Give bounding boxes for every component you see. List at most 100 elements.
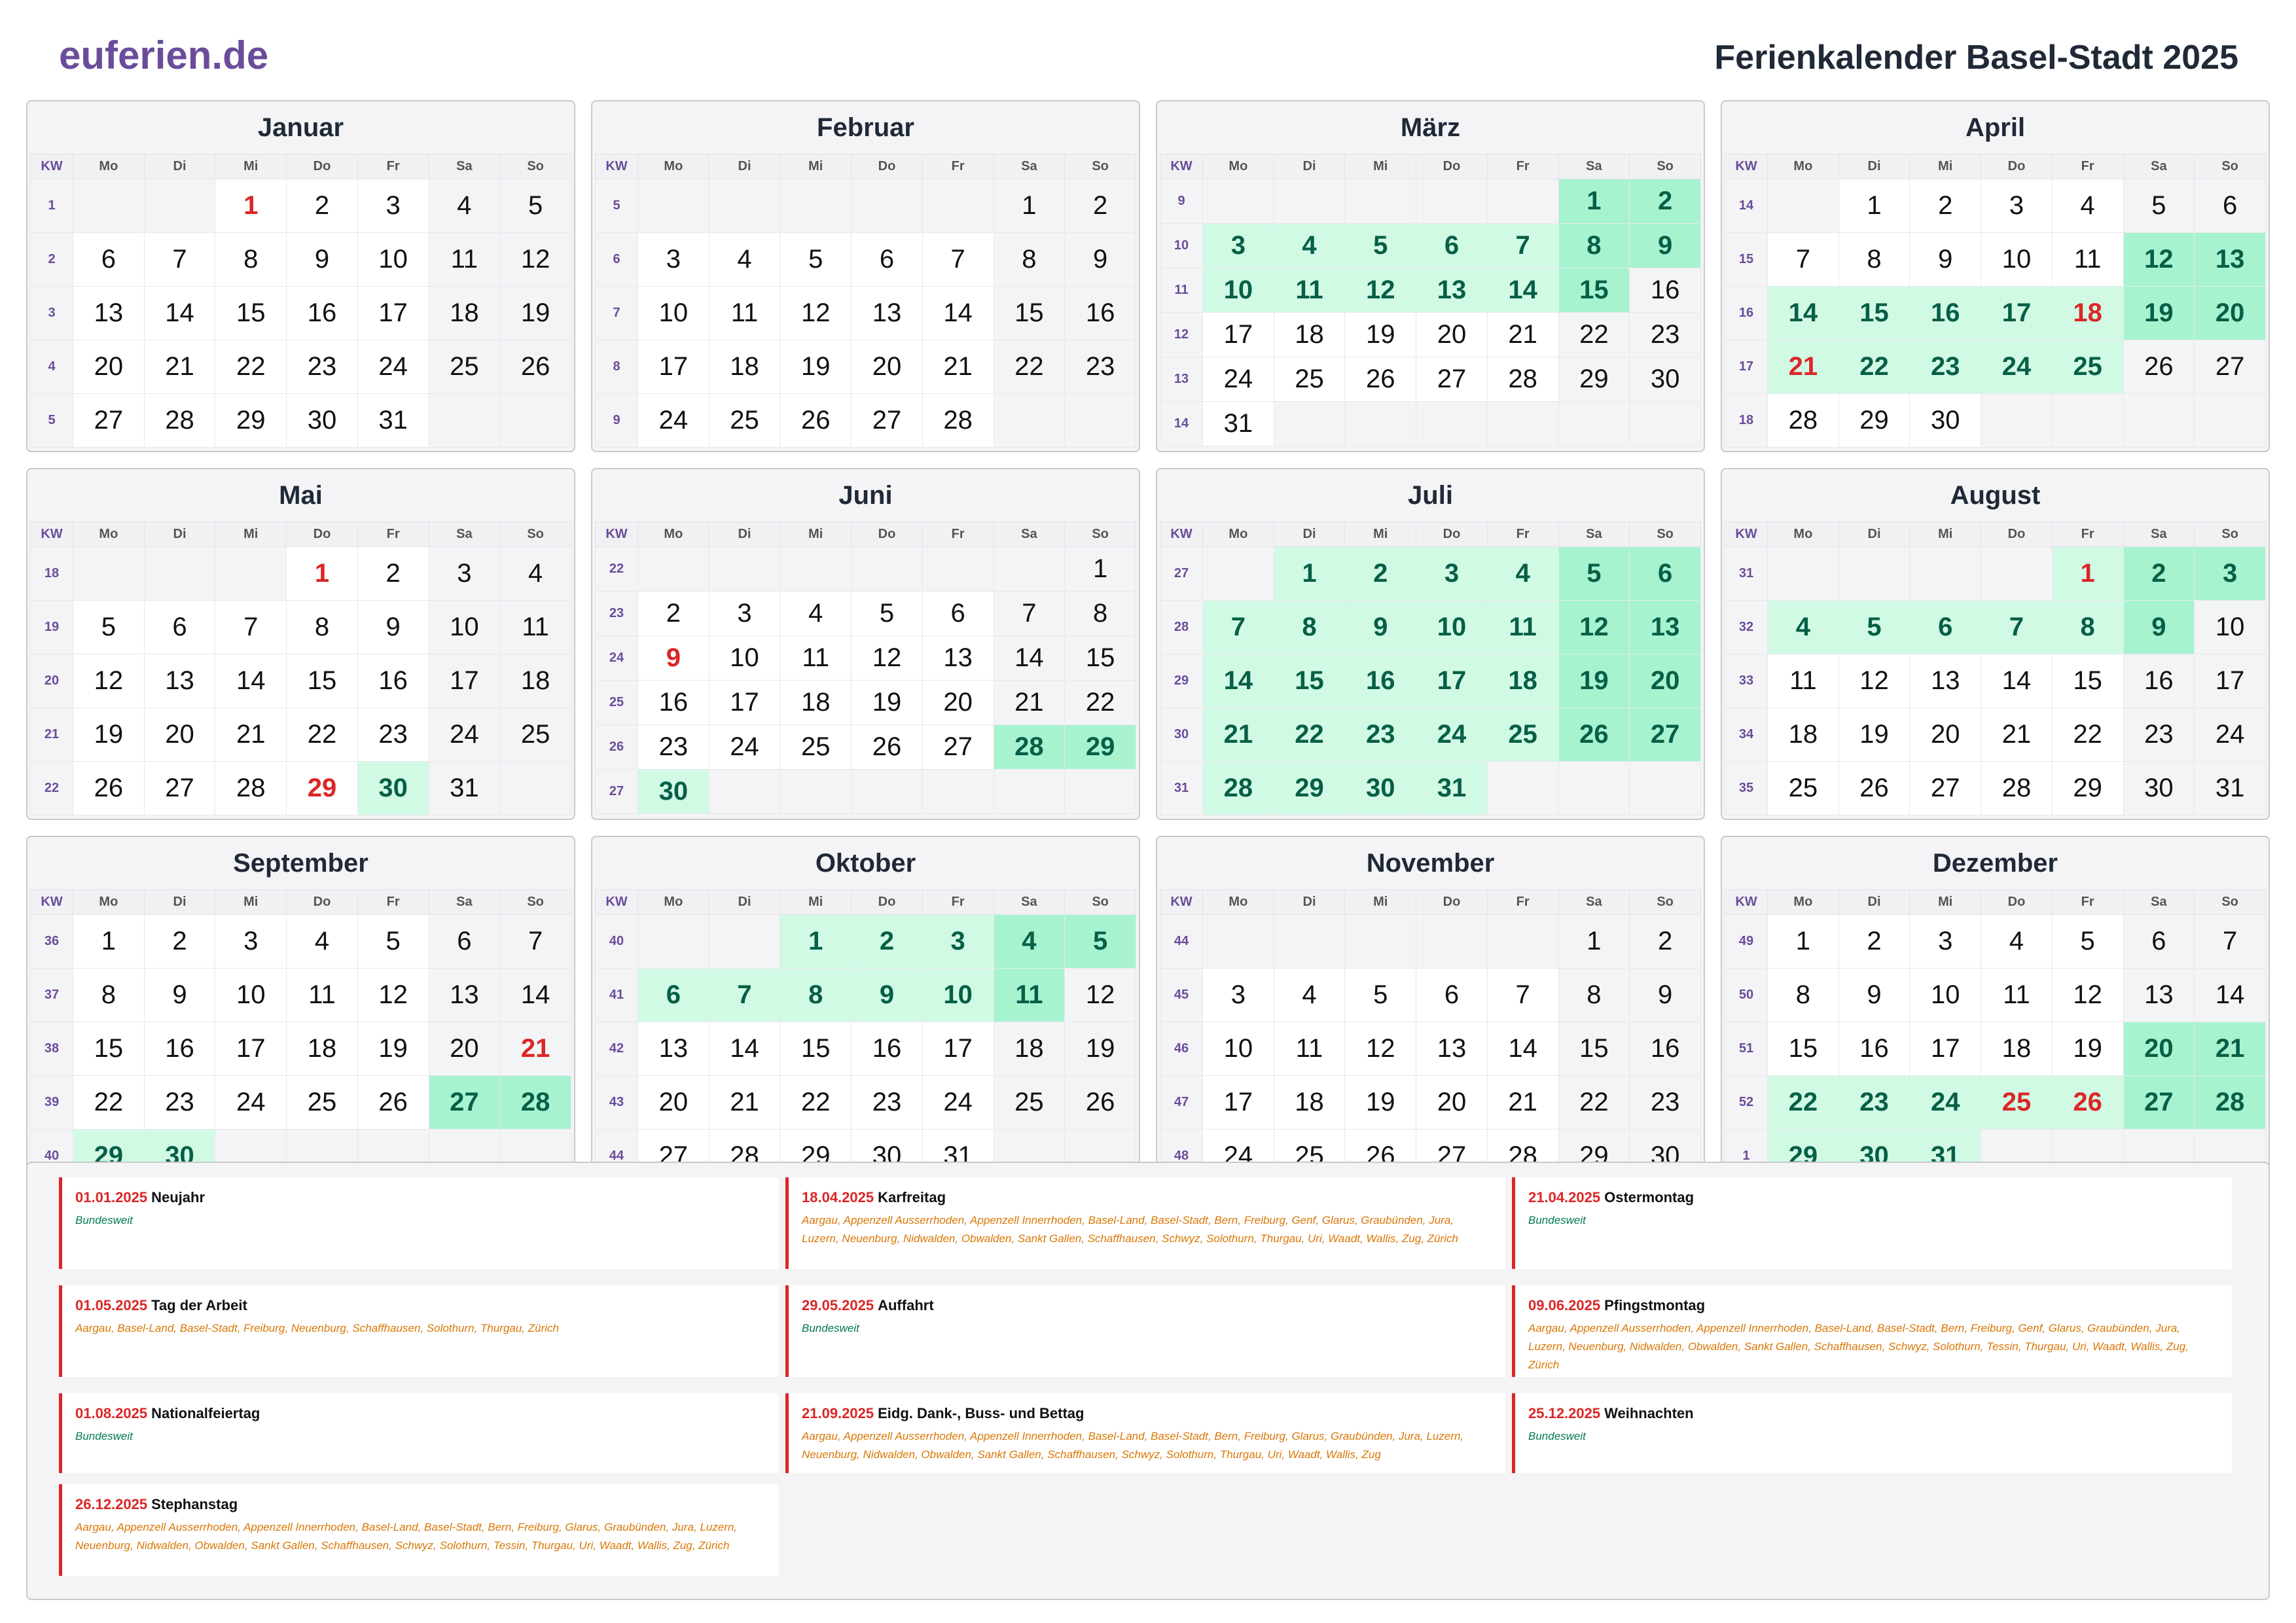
day-cell[interactable]: 11 [1273, 1022, 1346, 1076]
day-cell[interactable]: 19 [1344, 1075, 1417, 1130]
day-cell[interactable]: 10 [1202, 1022, 1274, 1076]
day-cell[interactable]: 17 [1202, 1075, 1274, 1130]
day-cell[interactable]: 10 [357, 232, 429, 287]
day-cell[interactable]: 27 [2194, 340, 2266, 394]
day-cell[interactable]: 25 [499, 707, 571, 762]
day-cell[interactable]: 5 [2123, 179, 2195, 233]
day-cell[interactable]: 31 [428, 761, 501, 815]
day-cell[interactable]: 8 [215, 232, 287, 287]
day-cell[interactable]: 3 [708, 591, 781, 636]
day-cell[interactable]: 22 [2051, 707, 2124, 762]
day-cell[interactable]: 5 [499, 179, 571, 233]
vacation-day-cell[interactable]: 3 [1416, 546, 1488, 601]
day-cell[interactable]: 17 [2194, 654, 2266, 708]
day-cell[interactable]: 16 [637, 680, 709, 725]
vacation-day-cell[interactable]: 3 [2194, 546, 2266, 601]
vacation-day-cell[interactable]: 11 [993, 968, 1066, 1022]
vacation-day-cell[interactable]: 18 [1486, 654, 1559, 708]
vacation-day-cell[interactable]: 10 [1416, 600, 1488, 654]
day-cell[interactable]: 15 [73, 1022, 145, 1076]
day-cell[interactable]: 26 [1064, 1075, 1136, 1130]
day-cell[interactable]: 15 [286, 654, 358, 708]
vacation-day-cell[interactable]: 9 [1629, 223, 1701, 268]
vacation-day-cell[interactable]: 17 [1981, 286, 2053, 340]
vacation-day-cell[interactable]: 7 [708, 968, 781, 1022]
vacation-day-cell[interactable]: 6 [1629, 546, 1701, 601]
day-cell[interactable]: 18 [499, 654, 571, 708]
day-cell[interactable]: 8 [1558, 968, 1630, 1022]
vacation-day-cell[interactable]: 29 [1273, 761, 1346, 815]
day-cell[interactable]: 25 [708, 393, 781, 448]
day-cell[interactable]: 21 [1486, 1075, 1559, 1130]
day-cell[interactable]: 24 [2194, 707, 2266, 762]
day-cell[interactable]: 20 [143, 707, 216, 762]
day-cell[interactable]: 22 [215, 340, 287, 394]
day-cell[interactable]: 6 [73, 232, 145, 287]
day-cell[interactable]: 17 [215, 1022, 287, 1076]
vacation-day-cell[interactable]: 10 [922, 968, 994, 1022]
day-cell[interactable]: 26 [2123, 340, 2195, 394]
vacation-day-cell[interactable]: 13 [1629, 600, 1701, 654]
day-cell[interactable]: 5 [851, 591, 923, 636]
day-cell[interactable]: 19 [1064, 1022, 1136, 1076]
vacation-day-cell[interactable]: 2 [1629, 179, 1701, 224]
vacation-day-cell[interactable]: 4 [1486, 546, 1559, 601]
day-cell[interactable]: 2 [357, 546, 429, 601]
vacation-day-cell[interactable]: 1 [1273, 546, 1346, 601]
vacation-day-cell[interactable]: 6 [1909, 600, 1982, 654]
vacation-day-cell[interactable]: 27 [2123, 1075, 2195, 1130]
day-cell[interactable]: 3 [637, 232, 709, 287]
day-cell[interactable]: 11 [499, 600, 571, 654]
day-cell[interactable]: 20 [922, 680, 994, 725]
vacation-day-cell[interactable]: 23 [1909, 340, 1982, 394]
day-cell[interactable]: 21 [1981, 707, 2053, 762]
day-cell[interactable]: 16 [851, 1022, 923, 1076]
day-cell[interactable]: 14 [2194, 968, 2266, 1022]
day-cell[interactable]: 9 [286, 232, 358, 287]
day-cell[interactable]: 29 [1558, 357, 1630, 402]
day-cell[interactable]: 22 [73, 1075, 145, 1130]
day-cell[interactable]: 2 [286, 179, 358, 233]
vacation-day-cell[interactable]: 7 [1981, 600, 2053, 654]
day-cell[interactable]: 14 [143, 286, 216, 340]
vacation-day-cell[interactable]: 4 [1273, 223, 1346, 268]
day-cell[interactable]: 2 [1838, 914, 1910, 969]
day-cell[interactable]: 21 [1486, 312, 1559, 357]
day-cell[interactable]: 19 [499, 286, 571, 340]
day-cell[interactable]: 6 [428, 914, 501, 969]
vacation-day-cell[interactable]: 22 [1767, 1075, 1839, 1130]
day-cell[interactable]: 4 [708, 232, 781, 287]
day-cell[interactable]: 13 [2123, 968, 2195, 1022]
vacation-day-cell[interactable]: 31 [1416, 761, 1488, 815]
vacation-day-cell[interactable]: 13 [2194, 232, 2266, 287]
day-cell[interactable]: 10 [1981, 232, 2053, 287]
day-cell[interactable]: 4 [499, 546, 571, 601]
day-cell[interactable]: 10 [1909, 968, 1982, 1022]
day-cell[interactable]: 3 [1202, 968, 1274, 1022]
vacation-day-cell[interactable]: 6 [1416, 223, 1488, 268]
vacation-day-cell[interactable]: 5 [1838, 600, 1910, 654]
day-cell[interactable]: 28 [215, 761, 287, 815]
day-cell[interactable]: 13 [428, 968, 501, 1022]
day-cell[interactable]: 3 [428, 546, 501, 601]
vacation-day-cell[interactable]: 15 [1558, 268, 1630, 313]
day-cell[interactable]: 1 [1838, 179, 1910, 233]
day-cell[interactable]: 29 [1838, 393, 1910, 448]
day-cell[interactable]: 4 [2051, 179, 2124, 233]
day-cell[interactable]: 9 [1909, 232, 1982, 287]
day-cell[interactable]: 19 [1838, 707, 1910, 762]
day-cell[interactable]: 30 [1629, 357, 1701, 402]
holiday-day-cell[interactable]: 26 [2051, 1075, 2124, 1130]
day-cell[interactable]: 25 [780, 724, 852, 770]
vacation-day-cell[interactable]: 24 [1909, 1075, 1982, 1130]
vacation-day-cell[interactable]: 26 [1558, 707, 1630, 762]
vacation-day-cell[interactable]: 21 [2194, 1022, 2266, 1076]
day-cell[interactable]: 12 [1064, 968, 1136, 1022]
day-cell[interactable]: 20 [1416, 1075, 1488, 1130]
day-cell[interactable]: 17 [1909, 1022, 1982, 1076]
day-cell[interactable]: 17 [428, 654, 501, 708]
day-cell[interactable]: 7 [499, 914, 571, 969]
day-cell[interactable]: 15 [780, 1022, 852, 1076]
holiday-day-cell[interactable]: 18 [2051, 286, 2124, 340]
day-cell[interactable]: 6 [143, 600, 216, 654]
